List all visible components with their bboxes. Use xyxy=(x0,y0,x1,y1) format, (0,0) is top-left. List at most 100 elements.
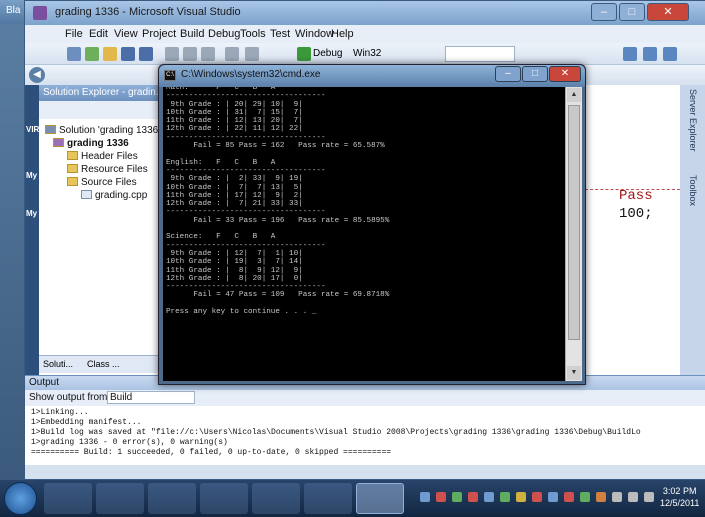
console-line: 12th Grade : | 22| 11| 12| 22| xyxy=(166,125,303,134)
tray-icon[interactable] xyxy=(468,492,478,502)
tray-icon[interactable] xyxy=(516,492,526,502)
folder-icon xyxy=(67,164,78,173)
scroll-thumb[interactable] xyxy=(568,105,580,340)
tray-icon[interactable] xyxy=(580,492,590,502)
tree-source-files[interactable]: Source Files xyxy=(67,177,137,188)
cmd-maximize-button[interactable]: □ xyxy=(522,66,548,82)
editor-divider xyxy=(585,189,680,190)
output-text: 1>Linking... 1>Embedding manifest... 1>B… xyxy=(31,408,671,458)
tab-class-view[interactable]: Class ... xyxy=(87,359,120,369)
menu-view[interactable]: View xyxy=(114,28,138,40)
tree-grading-cpp[interactable]: grading.cpp xyxy=(81,190,147,201)
properties-icon[interactable] xyxy=(643,47,657,61)
add-item-icon[interactable] xyxy=(85,47,99,61)
copy-icon[interactable] xyxy=(183,47,197,61)
tray-icon[interactable] xyxy=(452,492,462,502)
tray-icon[interactable] xyxy=(564,492,574,502)
taskbar-firefox2-icon[interactable] xyxy=(252,483,300,514)
taskbar-firefox-icon[interactable] xyxy=(200,483,248,514)
cmd-title: C:\Windows\system32\cmd.exe xyxy=(181,69,321,80)
taskbar-media-icon[interactable] xyxy=(148,483,196,514)
maximize-button[interactable]: □ xyxy=(619,3,645,21)
console-output[interactable]: Math: F C B A ---------------------------… xyxy=(163,87,565,381)
server-explorer-tab[interactable]: Server Explorer xyxy=(688,89,698,152)
cmd-close-button[interactable]: ✕ xyxy=(549,66,581,82)
tray-icon[interactable] xyxy=(548,492,558,502)
console-line: 12th Grade : | 8| 20| 17| 0| xyxy=(166,274,303,283)
menu-file[interactable]: File xyxy=(65,28,83,40)
menu-tools[interactable]: Tools xyxy=(240,28,266,40)
project-icon xyxy=(53,138,64,147)
tree-resource-files[interactable]: Resource Files xyxy=(67,164,148,175)
tree-project[interactable]: grading 1336 xyxy=(53,138,129,149)
tray-icon[interactable] xyxy=(420,492,430,502)
menu-edit[interactable]: Edit xyxy=(89,28,108,40)
solution-explorer-icon[interactable] xyxy=(623,47,637,61)
menu-debug[interactable]: Debug xyxy=(208,28,240,40)
start-debugging-icon[interactable] xyxy=(297,47,311,61)
output-line: 1>grading 1336 - 0 error(s), 0 warning(s… xyxy=(31,438,228,447)
menu-window[interactable]: Window xyxy=(295,28,334,40)
cut-icon[interactable] xyxy=(165,47,179,61)
scroll-up-icon[interactable]: ▲ xyxy=(567,88,581,102)
console-line: English: F C B A xyxy=(166,158,276,167)
standard-toolbar: Debug Win32 xyxy=(25,43,705,65)
taskbar-cmd-icon[interactable] xyxy=(356,483,404,514)
tree-solution[interactable]: Solution 'grading 1336 xyxy=(45,125,158,136)
start-button[interactable] xyxy=(4,482,37,515)
cmd-minimize-button[interactable]: – xyxy=(495,66,521,82)
menu-test[interactable]: Test xyxy=(270,28,290,40)
console-line: ----------------------------------- xyxy=(166,133,326,142)
find-combo[interactable] xyxy=(445,46,515,62)
taskbar: 3:02 PM 12/5/2011 xyxy=(0,480,705,517)
taskbar-explorer-icon[interactable] xyxy=(96,483,144,514)
tray-icon[interactable] xyxy=(484,492,494,502)
open-icon[interactable] xyxy=(103,47,117,61)
code-editor[interactable]: Pass 100; xyxy=(585,85,680,375)
flag-icon[interactable] xyxy=(612,492,622,502)
show-output-select[interactable]: Build xyxy=(107,391,195,404)
console-line: Fail = 47 Pass = 109 Pass rate = 69.8718… xyxy=(166,291,390,300)
back-icon[interactable]: ◀ xyxy=(29,67,45,83)
tray-icon[interactable] xyxy=(532,492,542,502)
cmd-titlebar[interactable]: C:\ C:\Windows\system32\cmd.exe – □ ✕ xyxy=(159,65,585,87)
platform-label[interactable]: Win32 xyxy=(353,48,381,59)
vs-status-bar xyxy=(25,465,705,479)
console-scrollbar[interactable]: ▲ ▼ xyxy=(565,87,582,381)
paste-icon[interactable] xyxy=(201,47,215,61)
close-button[interactable]: ✕ xyxy=(647,3,689,21)
taskbar-ie-icon[interactable] xyxy=(44,483,92,514)
menu-build[interactable]: Build xyxy=(180,28,204,40)
tray-icon[interactable] xyxy=(596,492,606,502)
config-label[interactable]: Debug xyxy=(313,48,342,59)
new-project-icon[interactable] xyxy=(67,47,81,61)
save-all-icon[interactable] xyxy=(139,47,153,61)
minimize-button[interactable]: – xyxy=(591,3,617,21)
tree-header-files[interactable]: Header Files xyxy=(67,151,138,162)
scroll-down-icon[interactable]: ▼ xyxy=(567,366,581,380)
tab-solution-explorer[interactable]: Soluti... xyxy=(43,359,73,369)
right-dock-strip: Server Explorer Toolbox xyxy=(680,85,705,375)
toolbox-tab[interactable]: Toolbox xyxy=(688,175,698,206)
menu-project[interactable]: Project xyxy=(142,28,176,40)
redo-icon[interactable] xyxy=(245,47,259,61)
volume-icon[interactable] xyxy=(644,492,654,502)
toolbox-icon[interactable] xyxy=(663,47,677,61)
console-line: 11th Grade : | 12| 13| 20| 7| xyxy=(166,117,303,126)
console-line: 9th Grade : | 2| 33| 9| 19| xyxy=(166,175,303,184)
console-line: 11th Grade : | 17| 12| 9| 2| xyxy=(166,191,303,200)
taskbar-clock[interactable]: 3:02 PM 12/5/2011 xyxy=(660,485,699,509)
solution-icon xyxy=(45,125,56,134)
save-icon[interactable] xyxy=(121,47,135,61)
vs-titlebar[interactable]: grading 1336 - Microsoft Visual Studio –… xyxy=(25,1,705,25)
cpp-file-icon xyxy=(81,190,92,199)
tray-icon[interactable] xyxy=(436,492,446,502)
network-icon[interactable] xyxy=(628,492,638,502)
menu-help[interactable]: Help xyxy=(331,28,354,40)
tray-icon[interactable] xyxy=(500,492,510,502)
taskbar-vs-icon[interactable] xyxy=(304,483,352,514)
menu-bar: File Edit View Project Build Debug Tools… xyxy=(25,25,705,43)
undo-icon[interactable] xyxy=(225,47,239,61)
